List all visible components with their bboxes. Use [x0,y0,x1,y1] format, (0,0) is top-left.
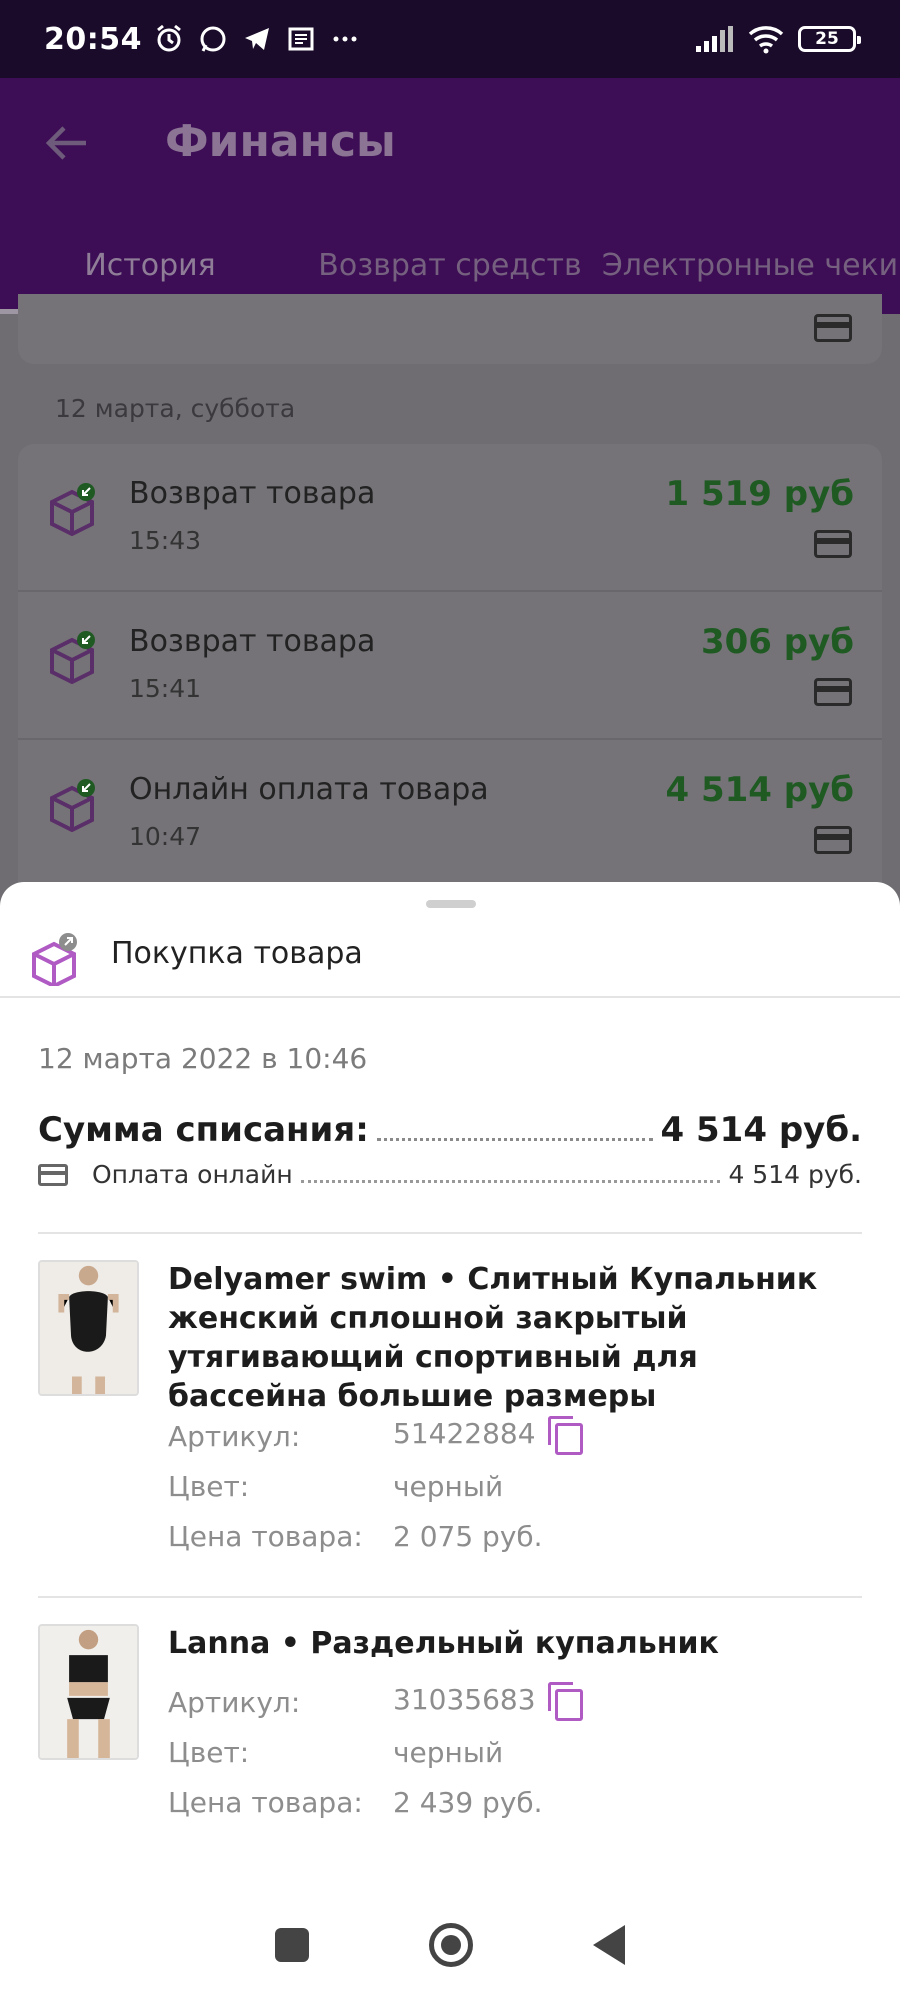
history-row-title: Возврат товара [129,624,376,659]
history-row-amount: 4 514 руб [665,770,854,810]
system-nav-bar [0,1890,900,2000]
package-refund-icon [50,631,95,684]
product-image[interactable] [38,1260,139,1396]
status-bar: 20:54 25 [0,0,900,78]
sheet-title: Покупка товара [111,936,363,971]
history-row-time: 15:43 [129,526,202,555]
article-value: 31035683 [393,1682,583,1721]
history-row-amount: 1 519 руб [665,474,854,514]
back-triangle-icon[interactable] [593,1925,625,1965]
battery-level: 25 [815,29,839,49]
article-number: 51422884 [393,1416,536,1450]
dotted-leader [376,1138,653,1141]
divider [38,1232,862,1234]
history-group: Возврат товара 15:43 1 519 руб Возврат т… [18,444,882,888]
history-row[interactable]: Онлайн оплата товара 10:47 4 514 руб [18,740,882,888]
color-label: Цвет: [168,1736,250,1769]
home-circle-icon[interactable] [429,1923,473,1967]
bank-card-icon [814,826,852,854]
purchase-date: 12 марта 2022 в 10:46 [38,1042,368,1075]
sheet-drag-handle[interactable] [426,900,476,908]
page-title: Финансы [165,116,396,167]
charge-sum-value: 4 514 руб. [660,1110,862,1150]
dotted-leader [300,1180,721,1183]
divider [38,1596,862,1598]
recents-square-icon[interactable] [275,1928,309,1962]
package-refund-icon [50,779,95,832]
article-label: Артикул: [168,1420,301,1453]
package-purchase-icon [32,933,77,986]
app-bar: Финансы История Возврат средств Электрон… [0,78,900,314]
bank-card-icon [38,1163,68,1186]
product-image[interactable] [38,1624,139,1760]
purchase-details-sheet: Покупка товара 12 марта 2022 в 10:46 Сум… [0,882,900,2000]
bank-card-icon [814,530,852,558]
history-list: 12 марта, суббота Возврат товара 15:43 1… [0,294,900,888]
bank-card-icon [814,314,852,342]
telegram-icon [245,28,269,50]
copy-icon[interactable] [547,1682,583,1721]
more-icon [333,36,357,42]
bank-card-icon [814,678,852,706]
history-row-time: 15:41 [129,674,202,703]
product-name: Lanna • Раздельный купальник [168,1626,719,1661]
payment-method-value: 4 514 руб. [728,1160,862,1189]
status-notification-icons [154,24,360,54]
sheet-header: Покупка товара [0,922,900,998]
price-value: 2 075 руб. [393,1520,543,1553]
arrow-left-icon[interactable] [42,118,92,168]
history-row-title: Возврат товара [129,476,376,511]
swimsuit-one-piece-image [40,1262,137,1394]
wifi-icon [748,26,784,54]
history-row[interactable]: Возврат товара 15:43 1 519 руб [18,444,882,592]
section-date-label: 12 марта, суббота [55,394,296,423]
color-label: Цвет: [168,1470,250,1503]
copy-icon[interactable] [547,1416,583,1455]
color-value: черный [393,1470,504,1503]
price-value: 2 439 руб. [393,1786,543,1819]
package-refund-icon [50,483,95,536]
status-system-icons: 25 [694,24,861,54]
history-row-time: 10:47 [129,822,202,851]
history-row-amount: 306 руб [700,622,854,662]
previous-card[interactable] [18,294,882,364]
signal-icon [696,26,733,52]
alarm-icon [157,24,181,52]
swimsuit-two-piece-image [40,1626,137,1758]
charge-sum-row: Сумма списания: 4 514 руб. [38,1110,862,1150]
payment-method-row: Оплата онлайн 4 514 руб. [38,1160,862,1189]
whatsapp-icon [200,26,226,52]
article-label: Артикул: [168,1686,301,1719]
article-value: 51422884 [393,1416,583,1455]
article-number: 31035683 [393,1682,536,1716]
charge-sum-label: Сумма списания: [38,1110,369,1150]
news-icon [288,27,314,51]
color-value: черный [393,1736,504,1769]
battery-icon: 25 [798,26,861,52]
price-label: Цена товара: [168,1786,363,1819]
status-time: 20:54 [44,21,142,57]
product-item: Delyamer swim • Слитный Купальник женски… [38,1260,862,1580]
product-item: Lanna • Раздельный купальник Артикул: 31… [38,1624,862,1834]
product-name: Delyamer swim • Слитный Купальник женски… [168,1262,818,1414]
history-row-title: Онлайн оплата товара [129,772,489,807]
payment-method-label: Оплата онлайн [92,1160,293,1189]
history-row[interactable]: Возврат товара 15:41 306 руб [18,592,882,740]
price-label: Цена товара: [168,1520,363,1553]
